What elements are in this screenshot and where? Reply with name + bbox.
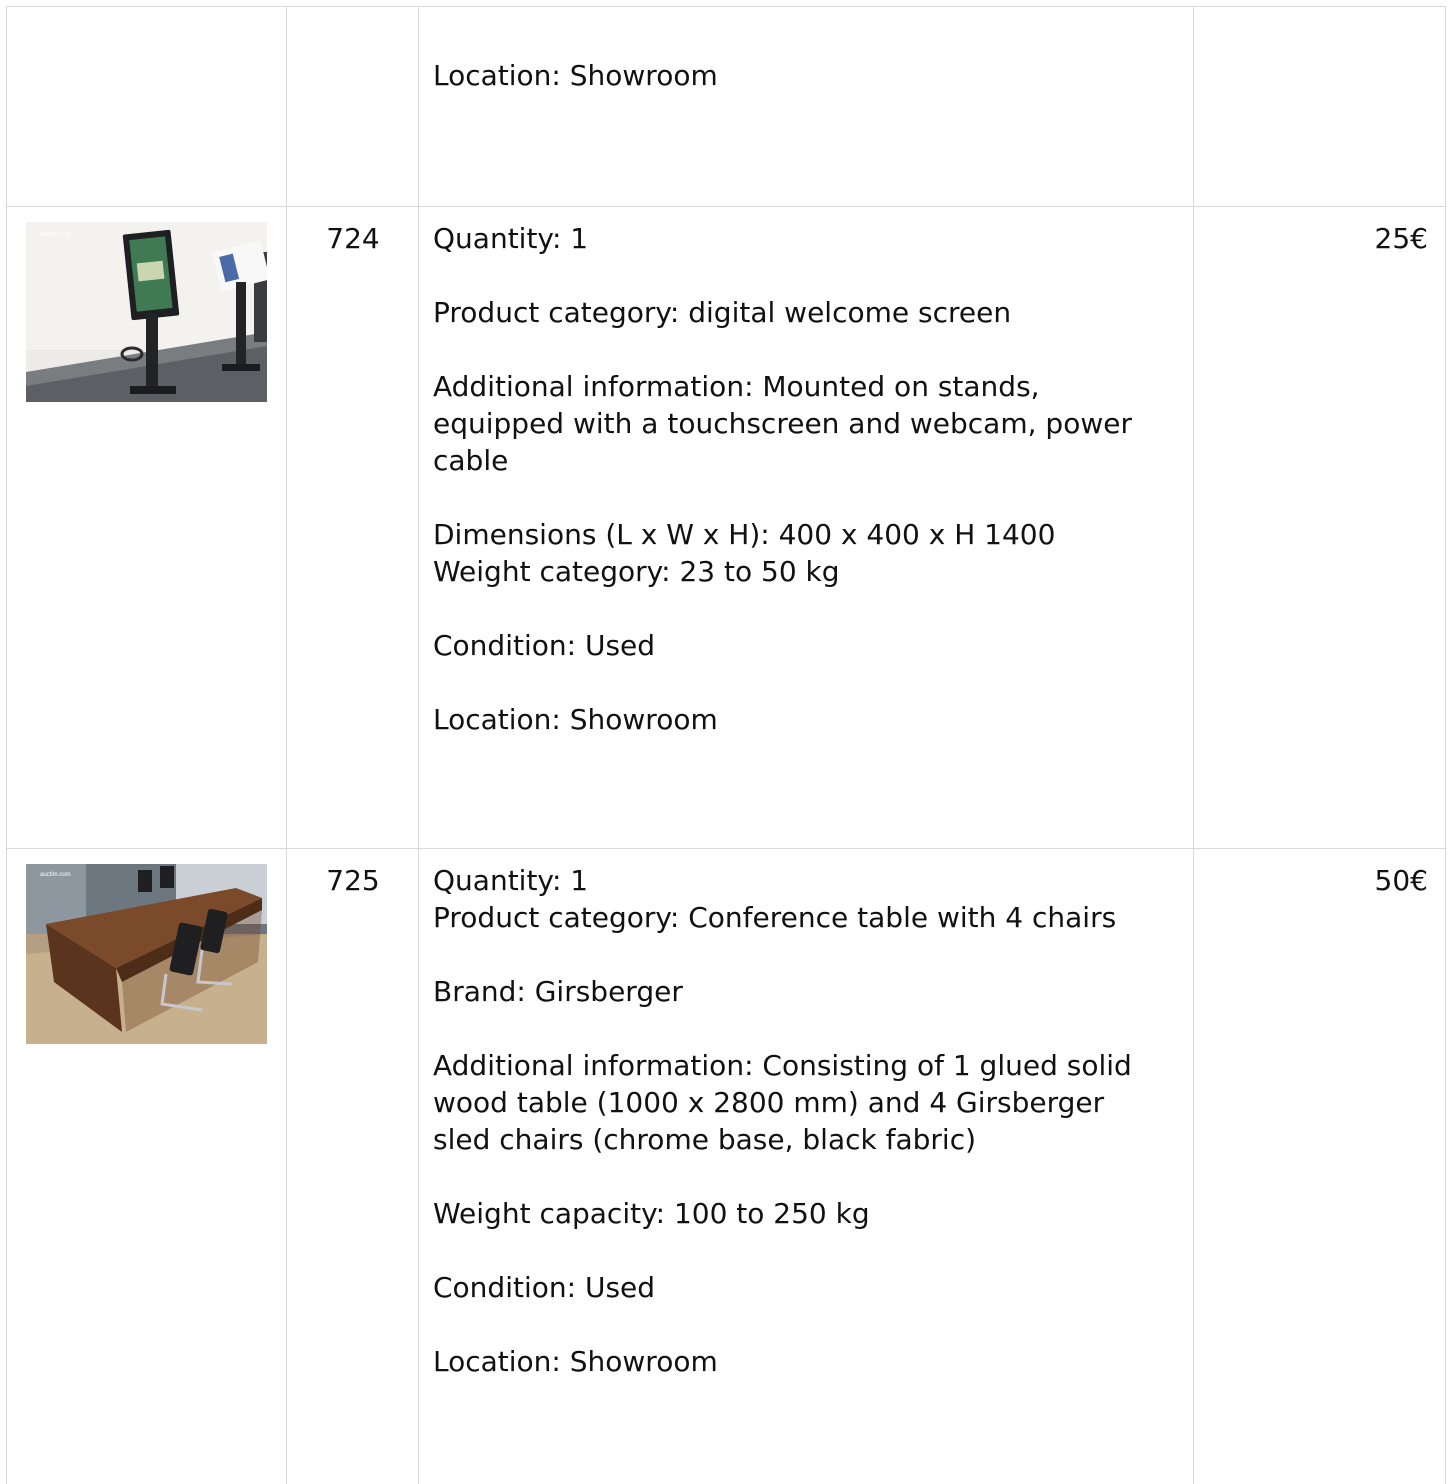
kiosk-photo: auctim.com — [26, 222, 267, 402]
description-line: Additional information: Consisting of 1 … — [433, 1049, 1132, 1156]
description-line: Dimensions (L x W x H): 400 x 400 x H 14… — [433, 518, 1056, 588]
column-divider — [1445, 6, 1446, 1484]
lot-number: 725 — [326, 864, 380, 897]
watermark-text: auctim.com — [40, 872, 71, 878]
row-divider — [6, 206, 1446, 207]
lot-description: Location: Showroom — [433, 57, 1183, 94]
description-line: Location: Showroom — [433, 703, 718, 736]
product-image[interactable]: auctim.com — [26, 864, 267, 1044]
conference-table-photo: auctim.com — [26, 864, 267, 1044]
column-divider — [418, 6, 419, 1484]
column-divider — [1193, 6, 1194, 1484]
description-line: Condition: Used — [433, 629, 656, 662]
product-image[interactable]: auctim.com — [26, 222, 267, 402]
lot-number: 724 — [326, 222, 380, 255]
column-divider — [6, 6, 7, 1484]
description-line: Weight capacity: 100 to 250 kg — [433, 1197, 870, 1230]
lot-price: 50€ — [1374, 864, 1428, 897]
listing-table: Location: Showroom auctim.com 724 Quanti… — [0, 0, 1450, 1484]
lot-description: Quantity: 1 Product category: digital we… — [433, 220, 1183, 738]
lot-price: 25€ — [1374, 222, 1428, 255]
description-line: Additional information: Mounted on stand… — [433, 370, 1132, 477]
description-line: Location: Showroom — [433, 1345, 718, 1378]
description-line: Condition: Used — [433, 1271, 656, 1304]
column-divider — [286, 6, 287, 1484]
lot-description: Quantity: 1 Product category: Conference… — [433, 862, 1183, 1380]
description-line: Location: Showroom — [433, 59, 718, 92]
description-line: Brand: Girsberger — [433, 975, 683, 1008]
description-line: Product category: digital welcome screen — [433, 296, 1012, 329]
row-divider — [6, 6, 1446, 7]
description-line: Quantity: 1 — [433, 222, 589, 255]
watermark-text: auctim.com — [40, 232, 71, 238]
description-line: Quantity: 1 Product category: Conference… — [433, 864, 1117, 934]
row-divider — [6, 848, 1446, 849]
